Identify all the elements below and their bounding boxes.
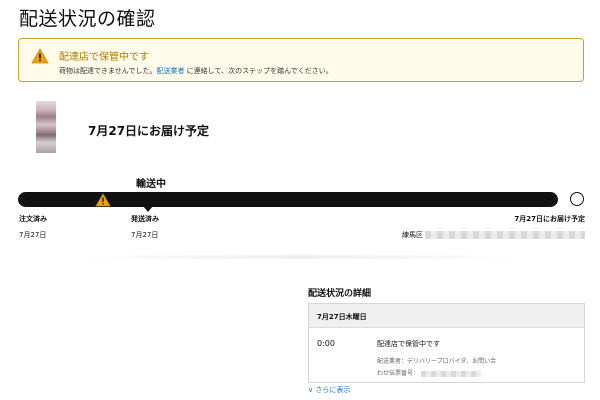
- progress-end-circle: [570, 192, 584, 206]
- alert-body-text-2: に連絡して、次のステップを踏んでください。: [184, 67, 333, 75]
- step-date: 7月27日: [19, 231, 47, 239]
- event-carrier-line: 配送業者：デリバリープロバイダ、お問い合: [377, 358, 497, 365]
- progress-step-shipped: 発送済み 7月27日: [131, 214, 159, 240]
- event-tracking-line: わせ伝票番号：: [377, 368, 482, 377]
- page-title: 配送状況の確認: [19, 8, 156, 30]
- step-name: 注文済み: [19, 215, 47, 223]
- alert-body-text: 荷物は配達できませんでした。: [59, 67, 157, 75]
- warning-icon: [31, 48, 49, 64]
- current-status-label: 輸送中: [136, 179, 166, 190]
- carrier-link[interactable]: 配送業者: [156, 67, 184, 75]
- tracking-day-header: 7月27日木曜日: [309, 304, 584, 328]
- step-address: 練馬区: [402, 230, 585, 240]
- details-heading: 配送状況の詳細: [308, 289, 372, 299]
- event-status: 配達店で保管中です: [377, 340, 440, 348]
- progress-step-delivery: 7月27日にお届け予定 練馬区: [402, 214, 585, 240]
- show-more-link[interactable]: ∨ さらに表示: [308, 385, 350, 395]
- redacted-tracking-number: [421, 370, 482, 377]
- address-ward: 練馬区: [402, 231, 423, 239]
- product-thumbnail[interactable]: [36, 101, 56, 153]
- progress-marker: [143, 206, 153, 212]
- alert-body: 荷物は配達できませんでした。配送業者 に連絡して、次のステップを踏んでください。: [59, 66, 333, 76]
- section-divider: [60, 254, 540, 260]
- redacted-address: [425, 231, 585, 239]
- step-name: 発送済み: [131, 215, 159, 223]
- progress-warning-icon: [95, 193, 111, 207]
- alert-title: 配達店で保管中です: [59, 52, 149, 63]
- delivery-estimate: 7月27日にお届け予定: [88, 124, 210, 138]
- progress-step-ordered: 注文済み 7月27日: [19, 214, 47, 240]
- alert-banner: 配達店で保管中です 荷物は配達できませんでした。配送業者 に連絡して、次のステッ…: [18, 38, 584, 82]
- event-time: 0:00: [317, 339, 335, 348]
- step-name: 7月27日にお届け予定: [514, 215, 585, 223]
- step-date: 7月27日: [131, 231, 159, 239]
- tracking-label: わせ伝票番号：: [377, 370, 420, 377]
- tracking-details-card: 7月27日木曜日 0:00 配達店で保管中です 配送業者：デリバリープロバイダ、…: [308, 303, 585, 383]
